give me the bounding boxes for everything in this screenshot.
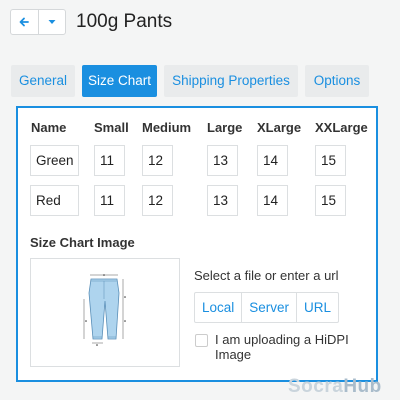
size-field-large[interactable]: 13	[207, 145, 238, 176]
size-field-medium[interactable]: 12	[142, 145, 173, 176]
url-source-button[interactable]: URL	[296, 293, 338, 322]
column-header-name: Name	[31, 120, 67, 135]
row-name-field[interactable]: Red	[30, 185, 79, 216]
page-title: 100g Pants	[76, 11, 173, 32]
size-field-xlarge[interactable]: 14	[257, 185, 288, 216]
watermark-text-part1: Socra	[288, 376, 344, 397]
history-dropdown-button[interactable]	[37, 10, 66, 34]
local-source-button[interactable]: Local	[195, 293, 241, 322]
hidpi-checkbox-label: I am uploading a HiDPI Image	[215, 332, 349, 362]
tab-general[interactable]: General	[11, 65, 75, 97]
hidpi-checkbox[interactable]	[195, 334, 208, 347]
size-field-xxlarge[interactable]: 15	[315, 185, 346, 216]
header: 100g Pants	[0, 0, 400, 52]
server-source-button[interactable]: Server	[241, 293, 296, 322]
tab-size-chart[interactable]: Size Chart	[82, 65, 157, 97]
column-header-xxlarge: XXLarge	[315, 120, 368, 135]
arrow-left-icon	[19, 17, 30, 27]
watermark-text-part2: Hub	[343, 376, 382, 397]
size-chart-panel: Name Small Medium Large XLarge XXLarge G…	[16, 106, 378, 382]
column-header-xlarge: XLarge	[257, 120, 302, 135]
size-chart-image-preview[interactable]	[30, 258, 180, 367]
upload-prompt: Select a file or enter a url	[194, 268, 339, 283]
tab-options[interactable]: Options	[305, 65, 369, 97]
image-source-button-group: Local Server URL	[194, 292, 340, 323]
row-name-field[interactable]: Green	[30, 145, 79, 176]
size-field-small[interactable]: 11	[94, 145, 125, 176]
pants-size-chart-image	[83, 274, 126, 346]
size-field-large[interactable]: 13	[207, 185, 238, 216]
tab-shipping-properties[interactable]: Shipping Properties	[164, 65, 298, 97]
size-field-xlarge[interactable]: 14	[257, 145, 288, 176]
back-button[interactable]	[11, 10, 38, 34]
nav-button-group	[10, 9, 66, 35]
size-field-medium[interactable]: 12	[142, 185, 173, 216]
size-field-xxlarge[interactable]: 15	[315, 145, 346, 176]
caret-down-icon	[48, 20, 56, 24]
watermark-logo: SocraHub	[288, 376, 382, 398]
size-chart-image-title: Size Chart Image	[30, 235, 135, 250]
column-header-large: Large	[207, 120, 243, 135]
column-header-small: Small	[94, 120, 129, 135]
column-header-medium: Medium	[142, 120, 192, 135]
size-field-small[interactable]: 11	[94, 185, 125, 216]
